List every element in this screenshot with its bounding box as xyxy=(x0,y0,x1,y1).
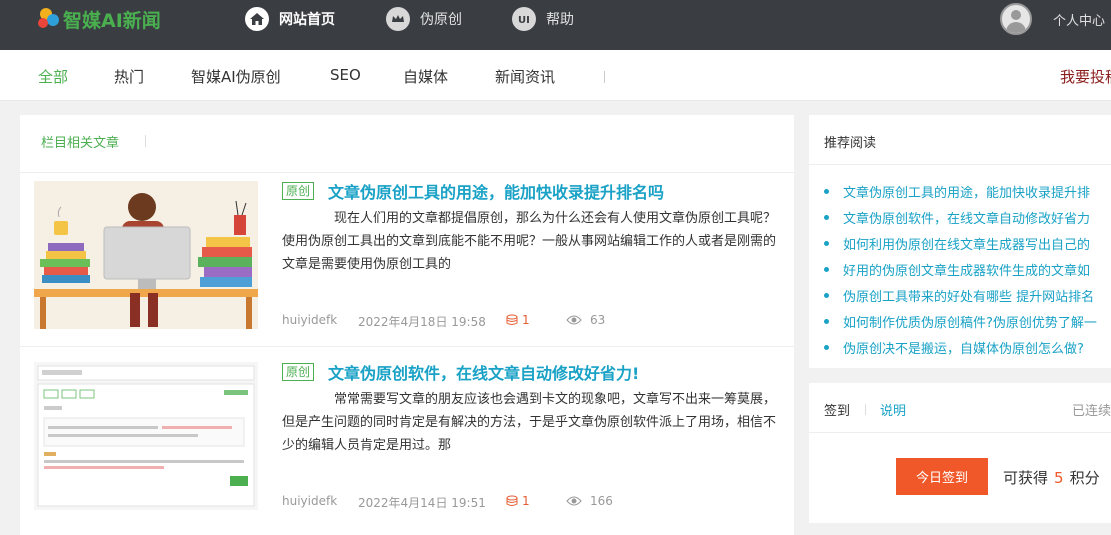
comment-count-value: 1 xyxy=(522,313,530,327)
article-meta: huiyidefk 2022年4月14日 19:51 1 166 xyxy=(282,494,613,510)
article-list-panel: 栏目相关文章 原创 文章伪原创工具的用途，能加快收录提升排名吗 现在人们用的文章… xyxy=(20,115,794,535)
article-thumbnail[interactable] xyxy=(34,181,258,329)
recommended-item[interactable]: 如何利用伪原创在线文章生成器写出自己的 xyxy=(824,230,1097,256)
eye-icon xyxy=(566,315,582,325)
recommended-item-label: 文章伪原创工具的用途，能加快收录提升排 xyxy=(843,185,1091,201)
site-logo[interactable]: 智媒AI新闻 xyxy=(38,5,161,33)
category-divider xyxy=(604,71,605,83)
recommended-item[interactable]: 文章伪原创软件，在线文章自动修改好省力 xyxy=(824,204,1097,230)
logo-icon xyxy=(38,8,60,30)
recommended-item-label: 好用的伪原创文章生成器软件生成的文章如 xyxy=(843,263,1091,279)
comment-count[interactable]: 1 xyxy=(506,494,530,508)
points-value: 5 xyxy=(1054,469,1064,487)
article-title[interactable]: 文章伪原创软件，在线文章自动修改好省力! xyxy=(328,360,639,384)
submit-article-link[interactable]: 我要投稿 xyxy=(1060,66,1111,87)
nav-help-label: 帮助 xyxy=(546,12,574,28)
article-author[interactable]: huiyidefk xyxy=(282,313,337,327)
recommended-item-label: 如何制作优质伪原创稿件?伪原创优势了解一 xyxy=(843,315,1097,331)
tab-divider xyxy=(865,404,866,415)
bullet-icon xyxy=(824,344,829,350)
category-bar: 全部 热门 智媒AI伪原创 SEO 自媒体 新闻资讯 我要投稿 xyxy=(0,50,1111,101)
nav-home-label: 网站首页 xyxy=(279,12,335,28)
recommended-item[interactable]: 伪原创决不是搬运，自媒体伪原创怎么做? xyxy=(824,334,1097,360)
points-gain: 可获得 5 积分 xyxy=(1003,467,1100,488)
category-ai-rewrite[interactable]: 智媒AI伪原创 xyxy=(191,66,281,87)
article-item: 原创 文章伪原创软件，在线文章自动修改好省力! 常常需要写文章的朋友应该也会遇到… xyxy=(20,354,794,534)
top-bar: 智媒AI新闻 网站首页 伪原创 UI 帮助 个人中心 xyxy=(0,0,1111,50)
view-count: 166 xyxy=(566,494,613,508)
comment-count[interactable]: 1 xyxy=(506,313,530,327)
crown-icon xyxy=(386,7,410,31)
eye-icon xyxy=(566,496,582,506)
section-heading: 栏目相关文章 xyxy=(41,136,120,151)
recommended-item-label: 伪原创决不是搬运，自媒体伪原创怎么做? xyxy=(843,341,1084,357)
avatar[interactable] xyxy=(1000,3,1032,35)
nav-rewrite[interactable]: 伪原创 xyxy=(386,0,462,38)
bullet-icon xyxy=(824,188,829,194)
bullet-icon xyxy=(824,292,829,298)
points-gain-suffix: 积分 xyxy=(1069,469,1100,487)
tab-instructions[interactable]: 说明 xyxy=(880,400,906,419)
points-gain-prefix: 可获得 xyxy=(1003,469,1049,487)
home-icon xyxy=(245,7,269,31)
checkin-rule xyxy=(809,432,1111,433)
article-divider xyxy=(20,346,794,347)
article-title[interactable]: 文章伪原创工具的用途，能加快收录提升排名吗 xyxy=(328,179,664,203)
category-seo[interactable]: SEO xyxy=(330,66,361,84)
recommended-item[interactable]: 文章伪原创工具的用途，能加快收录提升排 xyxy=(824,178,1097,204)
article-date: 2022年4月14日 19:51 xyxy=(358,496,486,510)
nav-rewrite-label: 伪原创 xyxy=(420,12,462,28)
recommended-list: 文章伪原创工具的用途，能加快收录提升排 文章伪原创软件，在线文章自动修改好省力 … xyxy=(824,178,1097,360)
bullet-icon xyxy=(824,318,829,324)
heading-divider xyxy=(145,135,146,147)
nav-help[interactable]: UI 帮助 xyxy=(512,0,574,38)
article-item: 原创 文章伪原创工具的用途，能加快收录提升排名吗 现在人们用的文章都提倡原创，那… xyxy=(20,173,794,353)
category-self-media[interactable]: 自媒体 xyxy=(403,66,448,87)
category-all[interactable]: 全部 xyxy=(38,66,68,87)
comment-count-value: 1 xyxy=(522,494,530,508)
recommended-item-label: 文章伪原创软件，在线文章自动修改好省力 xyxy=(843,211,1091,227)
article-date: 2022年4月18日 19:58 xyxy=(358,315,486,329)
article-thumbnail[interactable] xyxy=(34,362,258,510)
checkin-panel: 签到 说明 已连续 今日签到 可获得 5 积分 xyxy=(809,383,1111,523)
recommended-heading: 推荐阅读 xyxy=(824,136,877,151)
streak-label: 已连续 xyxy=(1072,404,1111,419)
bullet-icon xyxy=(824,266,829,272)
logo-text: 智媒AI新闻 xyxy=(63,9,161,32)
view-count-value: 166 xyxy=(590,494,613,508)
article-excerpt: 现在人们用的文章都提倡原创，那么为什么还会有人使用文章伪原创工具呢？使用伪原创工… xyxy=(282,211,777,272)
original-badge: 原创 xyxy=(282,363,315,381)
tab-checkin[interactable]: 签到 xyxy=(824,400,850,419)
ui-icon: UI xyxy=(512,7,536,31)
view-count: 63 xyxy=(566,313,605,327)
recommended-item-label: 如何利用伪原创在线文章生成器写出自己的 xyxy=(843,237,1091,253)
category-news[interactable]: 新闻资讯 xyxy=(495,66,555,87)
database-icon xyxy=(506,314,518,325)
svg-text:UI: UI xyxy=(518,15,530,26)
recommended-item-label: 伪原创工具带来的好处有哪些 提升网站排名 xyxy=(843,289,1095,305)
view-count-value: 63 xyxy=(590,313,606,327)
recommended-rule xyxy=(809,164,1111,165)
article-author[interactable]: huiyidefk xyxy=(282,494,337,508)
recommended-item[interactable]: 如何制作优质伪原创稿件?伪原创优势了解一 xyxy=(824,308,1097,334)
nav-home[interactable]: 网站首页 xyxy=(245,0,335,38)
bullet-icon xyxy=(824,240,829,246)
database-icon xyxy=(506,495,518,506)
user-center-link[interactable]: 个人中心 xyxy=(1053,10,1105,29)
original-badge: 原创 xyxy=(282,182,315,200)
checkin-button[interactable]: 今日签到 xyxy=(896,458,988,495)
category-hot[interactable]: 热门 xyxy=(114,66,144,87)
recommended-item[interactable]: 好用的伪原创文章生成器软件生成的文章如 xyxy=(824,256,1097,282)
recommended-item[interactable]: 伪原创工具带来的好处有哪些 提升网站排名 xyxy=(824,282,1097,308)
bullet-icon xyxy=(824,214,829,220)
article-meta: huiyidefk 2022年4月18日 19:58 1 63 xyxy=(282,313,605,329)
recommended-panel: 推荐阅读 文章伪原创工具的用途，能加快收录提升排 文章伪原创软件，在线文章自动修… xyxy=(809,115,1111,368)
article-excerpt: 常常需要写文章的朋友应该也会遇到卡文的现象吧，文章写不出来一筹莫展，但是产生问题… xyxy=(282,392,777,453)
